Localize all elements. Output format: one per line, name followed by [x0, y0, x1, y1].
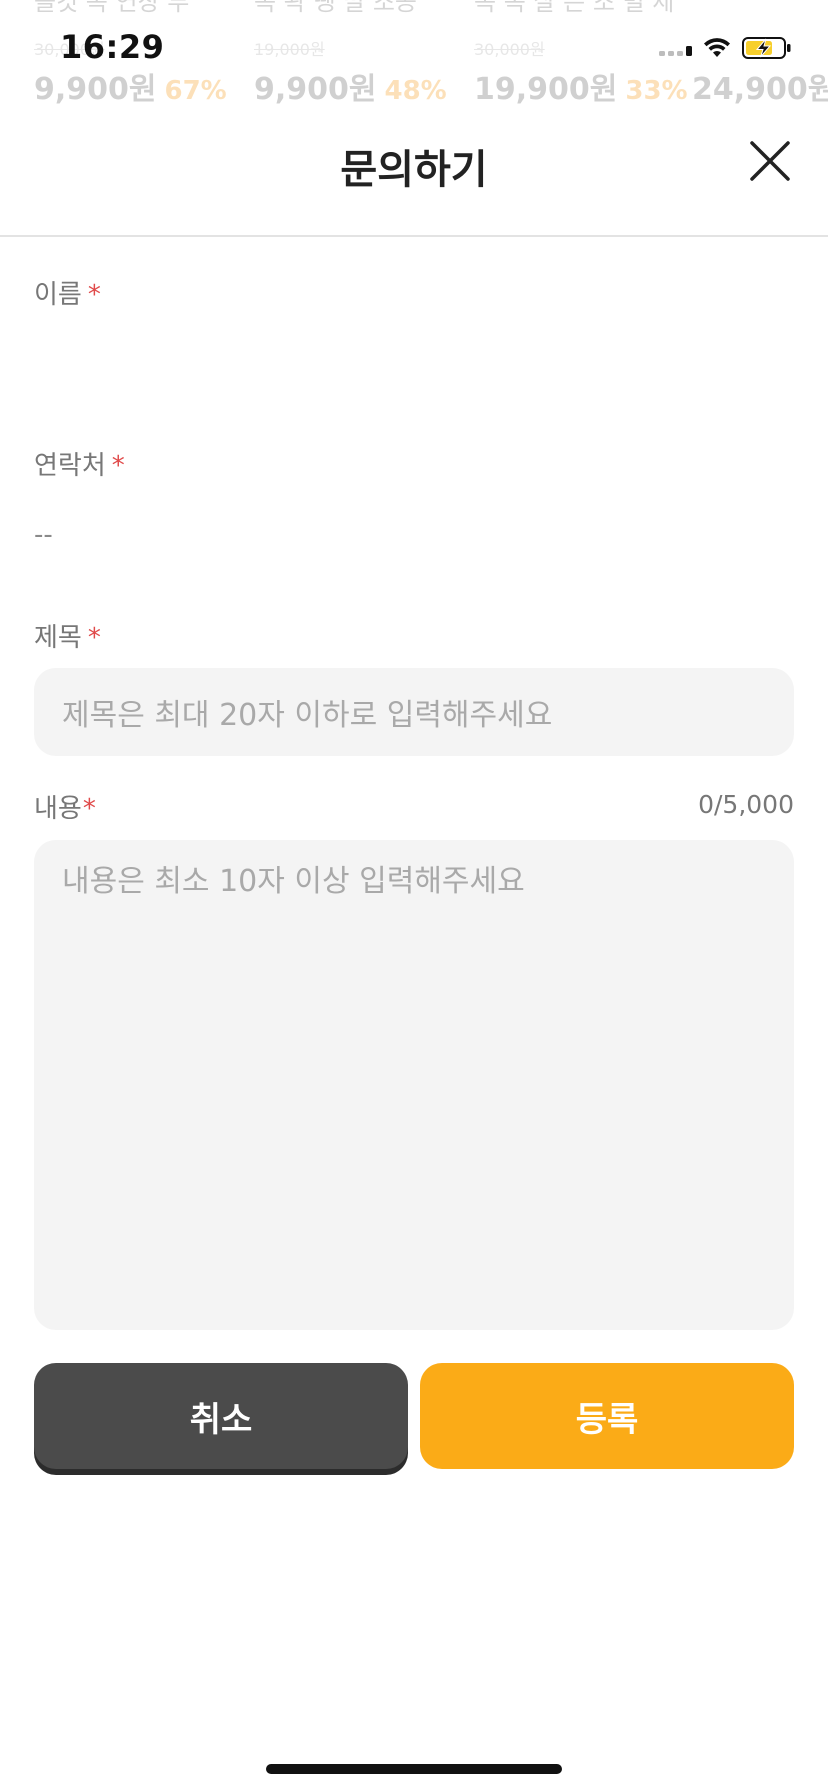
character-counter: 0/5,000 — [698, 790, 794, 819]
submit-button-label: 등록 — [575, 1399, 639, 1440]
content-textarea[interactable]: 내용은 최소 10자 이상 입력해주세요 — [34, 840, 794, 1330]
page-title: 문의하기 — [340, 147, 488, 193]
subject-label-text: 제목 — [34, 623, 82, 653]
cellular-signal-icon — [659, 40, 692, 56]
cancel-button-label: 취소 — [189, 1399, 253, 1440]
wifi-icon — [704, 38, 730, 57]
required-mark: * — [87, 280, 101, 310]
contact-field[interactable]: -- — [34, 520, 53, 550]
modal-header: 문의하기 — [0, 115, 828, 237]
name-label-text: 이름 — [34, 280, 82, 310]
name-field[interactable] — [34, 322, 794, 382]
required-mark: * — [82, 794, 96, 824]
inquiry-screen: 쫄깃 쏙 연장 부 30,000원 9,900원 67% 쏙 꽉 땡 딸 조공 1… — [0, 0, 828, 1792]
contact-label: 연락처 * — [34, 445, 125, 482]
status-time: 16:29 — [60, 28, 165, 66]
cancel-button[interactable]: 취소 — [34, 1363, 408, 1469]
battery-charging-icon — [742, 37, 791, 59]
home-indicator — [266, 1764, 562, 1774]
contact-label-text: 연락처 — [34, 451, 106, 481]
content-label-text: 내용 — [34, 794, 82, 824]
status-icons — [659, 36, 792, 60]
subject-placeholder: 제목은 최대 20자 이하로 입력해주세요 — [62, 698, 553, 733]
content-label: 내용* — [34, 788, 96, 825]
status-bar: 16:29 — [0, 0, 828, 100]
submit-button[interactable]: 등록 — [420, 1363, 794, 1469]
name-label: 이름 * — [34, 274, 101, 311]
close-button[interactable] — [742, 133, 798, 189]
required-mark: * — [87, 623, 101, 653]
subject-label: 제목 * — [34, 617, 101, 654]
required-mark: * — [111, 451, 125, 481]
subject-input[interactable]: 제목은 최대 20자 이하로 입력해주세요 — [34, 668, 794, 756]
close-icon[interactable] — [749, 140, 791, 182]
content-placeholder: 내용은 최소 10자 이상 입력해주세요 — [62, 864, 525, 899]
